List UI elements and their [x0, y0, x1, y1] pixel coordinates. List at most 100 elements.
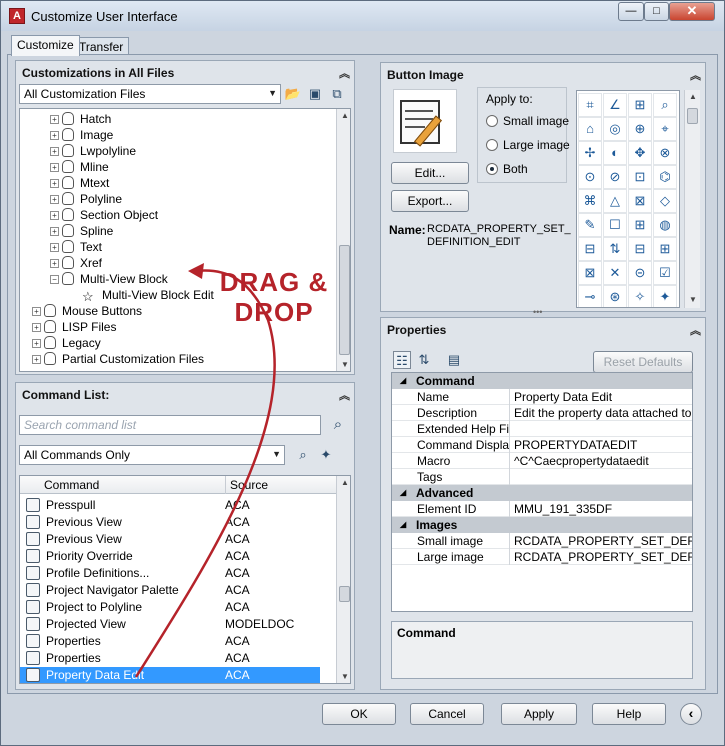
button-image-cell[interactable]: ✥: [628, 141, 652, 165]
button-image-cell[interactable]: ⌬: [653, 165, 677, 189]
property-value[interactable]: Edit the property data attached to an o: [511, 405, 692, 421]
minimize-button[interactable]: —: [618, 2, 644, 21]
button-image-cell[interactable]: ◎: [603, 117, 627, 141]
reset-defaults-button[interactable]: Reset Defaults: [593, 351, 693, 373]
expand-icon[interactable]: +: [50, 259, 59, 268]
button-image-cell[interactable]: ⊝: [628, 261, 652, 285]
collapse-dialog-icon[interactable]: ‹: [680, 703, 702, 725]
collapse-icon[interactable]: ︽: [690, 67, 701, 83]
button-image-cell[interactable]: ⇅: [603, 237, 627, 261]
tree-item[interactable]: + Hatch: [20, 111, 111, 127]
command-row[interactable]: Projected View MODELDOC: [20, 616, 320, 633]
column-command[interactable]: Command: [44, 476, 99, 494]
property-category[interactable]: ◢ Command: [392, 373, 692, 389]
command-list-scroll-thumb[interactable]: [339, 586, 350, 602]
property-row[interactable]: Command Display NaPROPERTYDATAEDIT: [392, 437, 692, 453]
property-category[interactable]: ◢ Advanced: [392, 485, 692, 501]
tree-item[interactable]: + Polyline: [20, 191, 122, 207]
command-row[interactable]: Previous View ACA: [20, 531, 320, 548]
categorized-view-icon[interactable]: ☷: [393, 351, 411, 369]
scroll-down-icon[interactable]: ▼: [685, 293, 701, 307]
command-row[interactable]: Presspull ACA: [20, 497, 320, 514]
command-row[interactable]: Properties ACA: [20, 650, 320, 667]
button-image-cell[interactable]: ⊗: [653, 141, 677, 165]
property-value[interactable]: MMU_191_335DF: [511, 501, 692, 517]
button-image-cell[interactable]: ⊠: [578, 261, 602, 285]
button-image-cell[interactable]: ⊠: [628, 189, 652, 213]
scroll-down-icon[interactable]: ▼: [337, 358, 350, 371]
command-list-scrollbar[interactable]: ▲ ▼: [336, 476, 350, 683]
button-image-cell[interactable]: ✧: [628, 285, 652, 307]
tree-item[interactable]: + Spline: [20, 223, 113, 239]
column-source[interactable]: Source: [225, 476, 268, 494]
button-image-cell[interactable]: ∠: [603, 93, 627, 117]
splitter-grip[interactable]: •••: [533, 308, 553, 317]
property-value[interactable]: [511, 469, 692, 485]
property-row[interactable]: Large imageRCDATA_PROPERTY_SET_DEFINIT: [392, 549, 692, 565]
button-image-cell[interactable]: ⊞: [628, 213, 652, 237]
expand-icon[interactable]: +: [32, 323, 41, 332]
button-image-cell[interactable]: ☐: [603, 213, 627, 237]
command-row[interactable]: Priority Override ACA: [20, 548, 320, 565]
button-image-cell[interactable]: ⊙: [578, 165, 602, 189]
command-filter-dropdown[interactable]: All Commands Only ▼: [19, 445, 285, 465]
tree-item[interactable]: + Text: [20, 239, 102, 255]
save-icon[interactable]: ▣: [306, 85, 324, 103]
customization-files-dropdown[interactable]: All Customization Files ▼: [19, 84, 281, 104]
expand-icon[interactable]: +: [50, 243, 59, 252]
property-value[interactable]: Property Data Edit: [511, 389, 692, 405]
property-value[interactable]: RCDATA_PROPERTY_SET_DEFINIT: [511, 533, 692, 549]
tree-scroll-thumb[interactable]: [339, 245, 350, 355]
customize-file-icon[interactable]: ⧉: [328, 85, 346, 103]
button-image-cell[interactable]: ✎: [578, 213, 602, 237]
expand-icon[interactable]: +: [50, 131, 59, 140]
property-row[interactable]: Small imageRCDATA_PROPERTY_SET_DEFINIT: [392, 533, 692, 549]
property-category[interactable]: ◢ Images: [392, 517, 692, 533]
button-image-cell[interactable]: ⊡: [628, 165, 652, 189]
tree-item[interactable]: + Lwpolyline: [20, 143, 136, 159]
image-grid-scrollbar[interactable]: ▲ ▼: [684, 90, 700, 308]
property-value[interactable]: RCDATA_PROPERTY_SET_DEFINIT: [511, 549, 692, 565]
tree-item[interactable]: + Mtext: [20, 175, 109, 191]
tree-item[interactable]: − Multi-View Block: [20, 271, 168, 287]
property-value[interactable]: [511, 421, 692, 437]
scroll-up-icon[interactable]: ▲: [685, 90, 701, 104]
close-button[interactable]: ✕: [669, 2, 715, 21]
command-search-input[interactable]: Search command list: [19, 415, 321, 435]
radio-small-image[interactable]: Small image: [486, 114, 569, 128]
property-row[interactable]: Extended Help File: [392, 421, 692, 437]
radio-both[interactable]: Both: [486, 162, 528, 176]
open-file-icon[interactable]: 📂: [284, 85, 302, 103]
property-row[interactable]: Name Property Data Edit: [392, 389, 692, 405]
button-image-cell[interactable]: ⌂: [578, 117, 602, 141]
collapse-triangle-icon[interactable]: ◢: [400, 485, 406, 501]
property-row[interactable]: Macro ^C^Caecpropertydataedit: [392, 453, 692, 469]
expand-icon[interactable]: +: [32, 307, 41, 316]
help-button[interactable]: Help: [592, 703, 666, 725]
property-row[interactable]: Element ID MMU_191_335DF: [392, 501, 692, 517]
expand-icon[interactable]: +: [50, 227, 59, 236]
command-row[interactable]: Profile Definitions... ACA: [20, 565, 320, 582]
expand-icon[interactable]: −: [50, 275, 59, 284]
expand-icon[interactable]: +: [50, 163, 59, 172]
command-row[interactable]: Previous View ACA: [20, 514, 320, 531]
tree-item[interactable]: + Partial Customization Files: [20, 351, 204, 367]
tree-item[interactable]: + Mline: [20, 159, 109, 175]
scroll-up-icon[interactable]: ▲: [337, 109, 350, 123]
button-image-cell[interactable]: ⊞: [653, 237, 677, 261]
button-image-cell[interactable]: ⊞: [628, 93, 652, 117]
button-image-cell[interactable]: ⌗: [578, 93, 602, 117]
button-image-cell[interactable]: ⊘: [603, 165, 627, 189]
tree-item[interactable]: + Legacy: [20, 335, 101, 351]
tree-item[interactable]: + Image: [20, 127, 113, 143]
button-image-cell[interactable]: ✢: [578, 141, 602, 165]
expand-icon[interactable]: +: [50, 115, 59, 124]
property-row[interactable]: Tags: [392, 469, 692, 485]
expand-icon[interactable]: +: [32, 355, 41, 364]
tab-customize[interactable]: Customize: [11, 35, 80, 56]
ok-button[interactable]: OK: [322, 703, 396, 725]
command-row[interactable]: Property Data Edit ACA: [20, 667, 320, 683]
tree-item[interactable]: + LISP Files: [20, 319, 116, 335]
export-image-button[interactable]: Export...: [391, 190, 469, 212]
button-image-cell[interactable]: ⌘: [578, 189, 602, 213]
